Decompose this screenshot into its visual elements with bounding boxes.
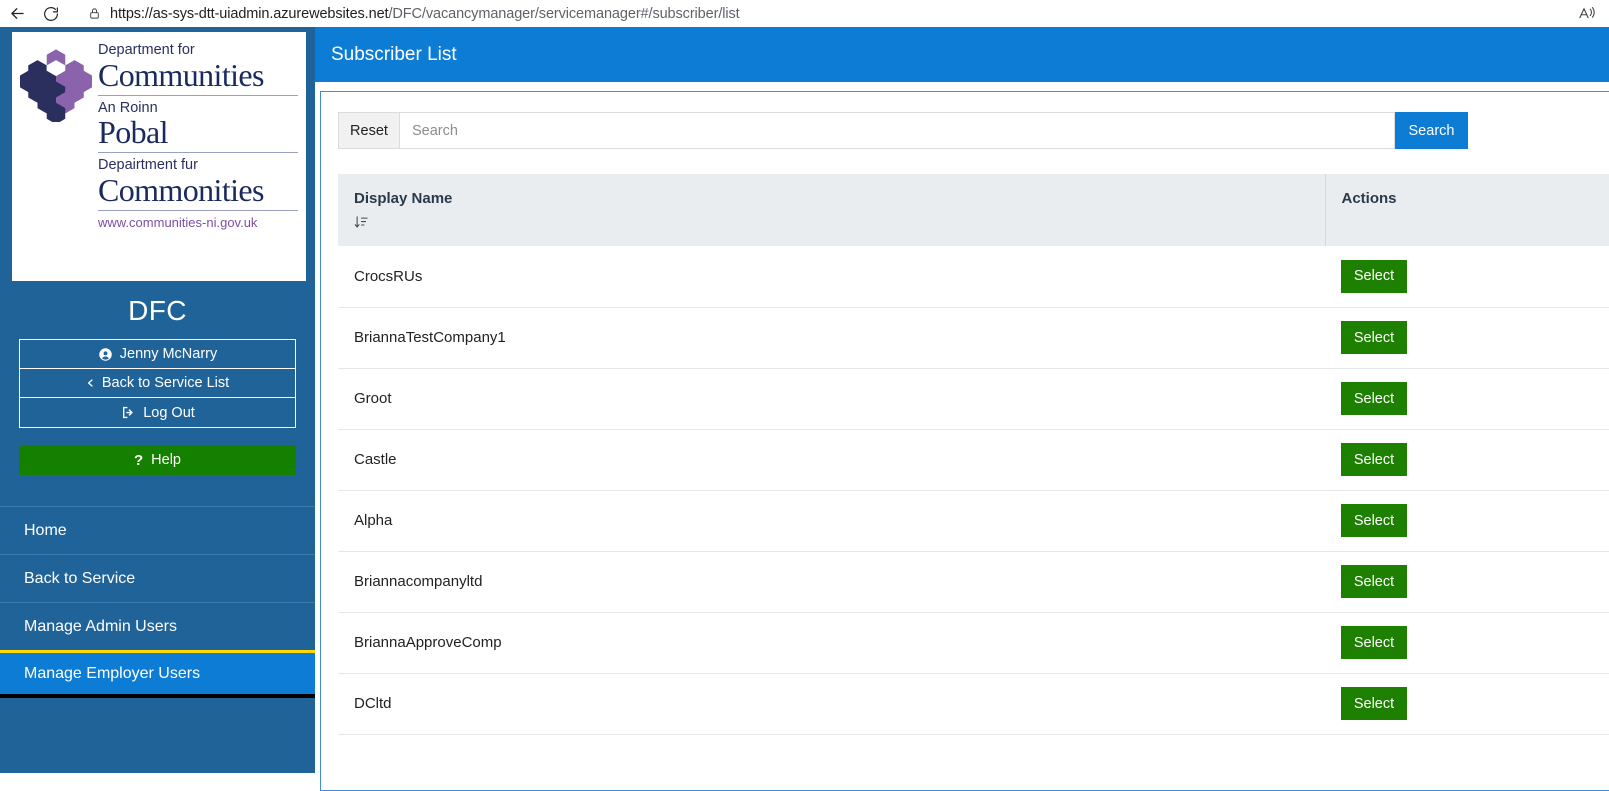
chevron-left-icon [86, 376, 95, 390]
user-account-button[interactable]: Jenny McNarry [20, 340, 295, 369]
cell-actions: Select [1325, 307, 1609, 369]
table-row: CrocsRUs Select [338, 246, 1609, 308]
select-button[interactable]: Select [1341, 321, 1407, 354]
cell-display-name: CrocsRUs [338, 246, 1325, 308]
log-out-button[interactable]: Log Out [20, 398, 295, 427]
table-header-row: Display Name Actions [338, 174, 1609, 246]
page-title: Subscriber List [331, 43, 457, 65]
sidebar-item-manage-employer-users-label: Manage Employer Users [24, 664, 201, 682]
search-button[interactable]: Search [1395, 112, 1468, 149]
table-row: Alpha Select [338, 490, 1609, 552]
cell-display-name: Briannacompanyltd [338, 551, 1325, 613]
sidebar-item-back-to-service-label: Back to Service [24, 569, 136, 587]
log-out-label: Log Out [143, 404, 195, 421]
reload-icon[interactable] [34, 0, 68, 27]
reset-button[interactable]: Reset [338, 112, 400, 149]
honeycomb-logo-icon [19, 42, 93, 275]
select-button[interactable]: Select [1341, 687, 1407, 720]
logo-line1-big: Communities [98, 56, 264, 93]
dfc-logo: Department for Communities An Roinn Poba… [12, 32, 306, 281]
browser-toolbar: https://as-sys-dtt-uiadmin.azurewebsites… [0, 0, 1609, 27]
sidebar-item-manage-admin-users[interactable]: Manage Admin Users [0, 602, 315, 650]
sidebar-item-manage-employer-users[interactable]: Manage Employer Users [0, 650, 315, 698]
column-header-display-name-label: Display Name [354, 190, 453, 207]
page-body: Department for Communities An Roinn Poba… [0, 27, 1609, 791]
sidebar-item-manage-admin-users-label: Manage Admin Users [24, 617, 177, 635]
reset-label: Reset [350, 122, 388, 139]
cell-actions: Select [1325, 368, 1609, 430]
select-button[interactable]: Select [1341, 259, 1407, 293]
question-mark-icon: ? [134, 451, 144, 469]
table-head: Display Name Actions [338, 174, 1609, 246]
table-body: CrocsRUs Select BriannaTestCompany1 Sele… [338, 246, 1609, 735]
cell-actions: Select [1325, 429, 1609, 491]
content-panel: Reset Search Display Name [320, 91, 1609, 791]
table-row: Briannacompanyltd Select [338, 551, 1609, 613]
cell-actions: Select [1325, 612, 1609, 674]
cell-actions: Select [1325, 490, 1609, 552]
main-content: Subscriber List Reset Search Displ [315, 27, 1609, 791]
user-account-label: Jenny McNarry [119, 346, 218, 362]
column-header-actions-label: Actions [1341, 190, 1397, 207]
back-arrow-icon[interactable] [0, 0, 34, 27]
cell-display-name: BriannaTestCompany1 [338, 307, 1325, 369]
table-row: Groot Select [338, 368, 1609, 430]
url-text: https://as-sys-dtt-uiadmin.azurewebsites… [110, 6, 740, 22]
sidebar-item-home-label: Home [24, 521, 67, 539]
table-row: BriannaTestCompany1 Select [338, 307, 1609, 369]
select-button[interactable]: Select [1341, 504, 1407, 537]
cell-actions: Select [1325, 551, 1609, 613]
cell-display-name: Alpha [338, 490, 1325, 552]
logo-wordmark: Department for Communities An Roinn Poba… [96, 42, 298, 275]
user-circle-icon [98, 347, 113, 362]
logo-line3-big: Commonities [98, 171, 264, 208]
logo-divider-3 [98, 209, 298, 211]
cell-actions: Select [1325, 246, 1609, 308]
table-row: Castle Select [338, 429, 1609, 491]
logout-icon [120, 405, 136, 420]
logo-divider-2 [98, 152, 298, 154]
search-input[interactable] [400, 112, 1395, 149]
url-domain: https://as-sys-dtt-uiadmin.azurewebsites… [110, 5, 389, 22]
column-header-actions: Actions [1324, 174, 1609, 246]
help-button[interactable]: ? Help [19, 445, 296, 475]
back-to-service-list-label: Back to Service List [101, 375, 230, 391]
logo-divider-1 [98, 94, 298, 96]
table-row: BriannaApproveComp Select [338, 612, 1609, 674]
select-button[interactable]: Select [1341, 382, 1407, 415]
column-header-display-name[interactable]: Display Name [338, 174, 1325, 246]
lock-icon [88, 6, 101, 21]
select-button[interactable]: Select [1341, 443, 1407, 476]
cell-actions: Select [1325, 673, 1609, 735]
sidebar: Department for Communities An Roinn Poba… [0, 27, 315, 773]
address-bar[interactable]: https://as-sys-dtt-uiadmin.azurewebsites… [78, 2, 1565, 25]
back-to-service-list-button[interactable]: Back to Service List [20, 369, 295, 398]
select-button[interactable]: Select [1341, 565, 1407, 598]
page-header: Subscriber List [315, 27, 1609, 82]
sidebar-nav: Home Back to Service Manage Admin Users … [0, 506, 315, 698]
help-label: Help [151, 452, 181, 468]
select-button[interactable]: Select [1341, 626, 1407, 659]
search-bar: Reset Search [338, 112, 1468, 149]
sort-ascending-icon[interactable] [354, 215, 1325, 234]
subscriber-table: Display Name Actions CrocsRUs Select Bri… [338, 174, 1609, 735]
sidebar-item-home[interactable]: Home [0, 506, 315, 554]
read-aloud-icon[interactable] [1565, 0, 1609, 27]
cell-display-name: Castle [338, 429, 1325, 491]
url-path: /DFC/vacancymanager/servicemanager#/subs… [388, 5, 740, 22]
table-row: DCltd Select [338, 673, 1609, 735]
sidebar-item-back-to-service[interactable]: Back to Service [0, 554, 315, 602]
account-button-group: Jenny McNarry Back to Service List Log O… [19, 339, 296, 428]
logo-website-url: www.communities-ni.gov.uk [98, 214, 258, 230]
cell-display-name: BriannaApproveComp [338, 612, 1325, 674]
logo-line2-big: Pobal [98, 114, 169, 151]
cell-display-name: DCltd [338, 673, 1325, 735]
brand-title: DFC [128, 295, 187, 326]
cell-display-name: Groot [338, 368, 1325, 430]
